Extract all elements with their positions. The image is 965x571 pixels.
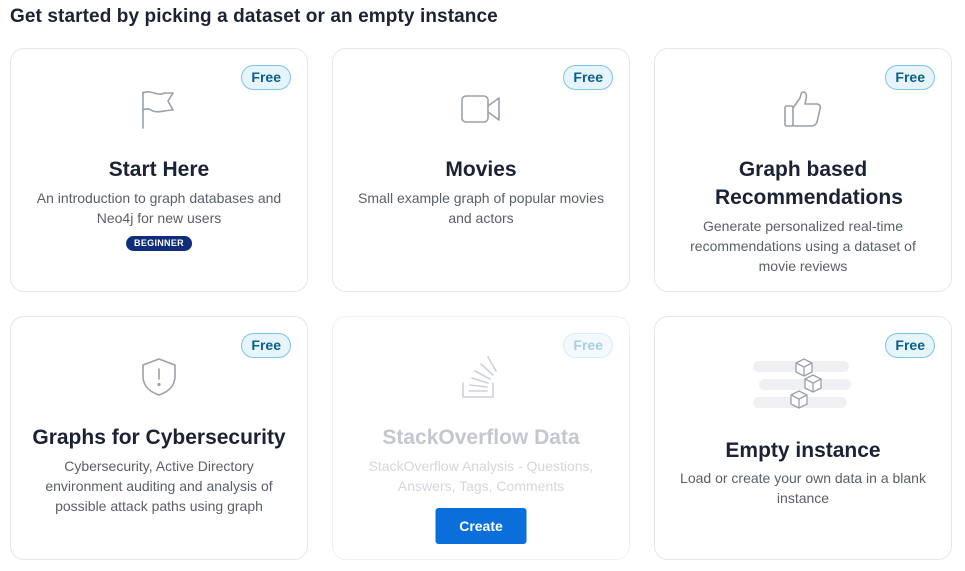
card-description: Cybersecurity, Active Directory environm…	[45, 458, 273, 514]
card-title: Start Here	[108, 158, 210, 181]
free-badge: Free	[563, 65, 613, 90]
card-description: Small example graph of popular movies an…	[358, 190, 604, 226]
thumbs-up-icon	[783, 89, 823, 129]
flag-icon	[137, 87, 181, 131]
card-description: StackOverflow Analysis - Questions, Answ…	[368, 458, 594, 494]
dataset-card-movies[interactable]: Free Movies Small example graph of popul…	[332, 48, 630, 292]
free-badge: Free	[885, 333, 935, 358]
video-camera-icon	[461, 93, 501, 125]
free-badge: Free	[241, 65, 291, 90]
dataset-card-stackoverflow[interactable]: Free StackOverflow Data StackOverflow An…	[332, 316, 630, 560]
card-title: StackOverflow Data	[382, 426, 580, 449]
page-title: Get started by picking a dataset or an e…	[10, 6, 498, 27]
dataset-card-empty-instance[interactable]: Free Empty instance Load or create your …	[654, 316, 952, 560]
card-title: Graphs for Cybersecurity	[32, 426, 286, 449]
dataset-card-cybersecurity[interactable]: Free Graphs for Cybersecurity Cybersecur…	[10, 316, 308, 560]
shield-alert-icon	[139, 357, 179, 397]
card-title: Graph based Recommendations	[715, 158, 903, 209]
card-title: Empty instance	[725, 439, 881, 462]
free-badge: Free	[241, 333, 291, 358]
create-button[interactable]: Create	[435, 508, 527, 544]
free-badge: Free	[563, 333, 613, 358]
card-description: An introduction to graph databases and N…	[36, 190, 282, 226]
free-badge: Free	[885, 65, 935, 90]
dataset-card-recommendations[interactable]: Free Graph based Recommendations Generat…	[654, 48, 952, 292]
card-description: Load or create your own data in a blank …	[680, 470, 926, 506]
card-title: Movies	[445, 158, 517, 181]
stack-overflow-icon	[460, 353, 502, 401]
card-description: Generate personalized real-time recommen…	[690, 218, 916, 274]
cubes-icon	[753, 355, 853, 413]
beginner-tag: BEGINNER	[126, 236, 192, 251]
dataset-card-start-here[interactable]: Free Start Here An introduction to graph…	[10, 48, 308, 292]
